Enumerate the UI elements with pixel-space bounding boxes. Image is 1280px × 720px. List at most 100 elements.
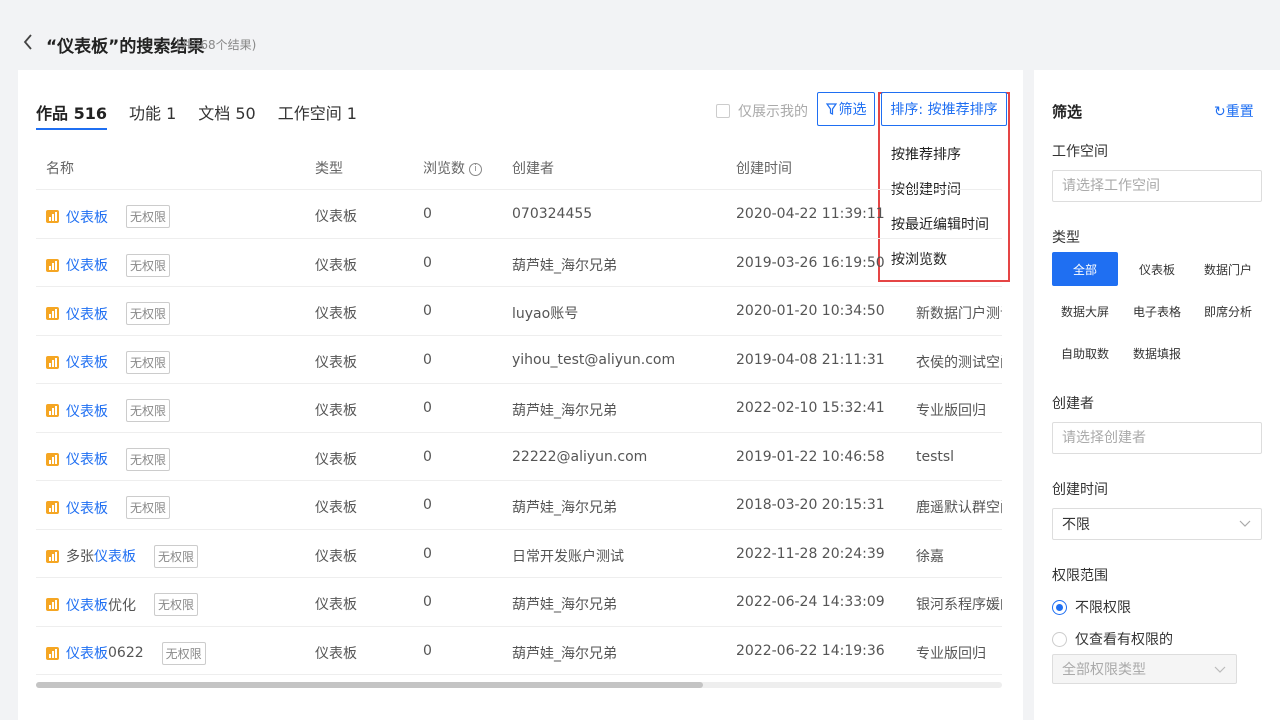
workspace-input[interactable] [1052, 170, 1262, 202]
type-adhoc[interactable]: 即席分析 [1195, 294, 1261, 328]
tab-workspaces[interactable]: 工作空间 1 [278, 100, 357, 130]
table-row[interactable]: 仪表板 无权限 仪表板 0 070324455 2020-04-22 11:39:11 [36, 190, 1002, 239]
row-type: 仪表板 [315, 354, 357, 371]
row-name[interactable]: 仪表板 无权限 [46, 399, 171, 422]
row-type: 仪表板 [315, 645, 357, 662]
chevron-left-icon [23, 34, 32, 50]
table-row[interactable]: 仪表板 无权限 仪表板 0 yihou_test@aliyun.com 2019-04-0… [36, 336, 1002, 384]
tab-works[interactable]: 作品 516 [36, 100, 107, 130]
reset-button[interactable]: ↻重置 [1214, 101, 1254, 121]
row-type: 仪表板 [315, 451, 357, 468]
radio-unchecked[interactable] [1052, 631, 1067, 647]
tab-features[interactable]: 功能 1 [129, 100, 176, 130]
row-workspace: 鹿遥默认群空间 [916, 500, 1002, 516]
table-header: 名称 类型 浏览数 i 创建者 创建时间 [36, 146, 1002, 190]
row-name[interactable]: 仪表板 无权限 [46, 496, 171, 519]
col-views: 浏览数 i [423, 158, 482, 178]
results-panel: 作品 516 功能 1 文档 50 工作空间 1 仅展示我的 筛选 按推荐排序 … [18, 70, 1023, 720]
table-row[interactable]: 仪表板 优化 无权限 仪表板 0 葫芦娃_海尔兄弟 2022-06-24 14:33:09 银… [36, 578, 1002, 627]
only-mine-label: 仅展示我的 [738, 104, 808, 120]
row-name-highlight[interactable]: 仪表板 [66, 207, 108, 227]
type-all[interactable]: 全部 [1052, 252, 1118, 286]
row-name[interactable]: 仪表板 无权限 [46, 205, 171, 228]
bar-chart-icon [46, 452, 59, 466]
bar-chart-icon [46, 355, 59, 369]
type-dashboard[interactable]: 仪表板 [1124, 252, 1190, 286]
row-type: 仪表板 [315, 597, 357, 613]
type-screen[interactable]: 数据大屏 [1052, 294, 1118, 328]
result-count: (共568个结果) [176, 38, 257, 52]
row-name-highlight[interactable]: 仪表板 [66, 255, 108, 275]
sort-button[interactable]: 排序: 按推荐排序 [881, 92, 1007, 126]
only-mine-checkbox[interactable] [716, 104, 730, 118]
row-views: 0 [423, 400, 432, 416]
row-name-highlight[interactable]: 仪表板 [66, 304, 108, 324]
row-name-highlight[interactable]: 仪表板 [66, 401, 108, 421]
chevron-down-icon [1214, 666, 1226, 673]
type-label: 类型 [1052, 230, 1080, 246]
table-row[interactable]: 仪表板 无权限 仪表板 0 葫芦娃_海尔兄弟 2018-03-20 20:15:31 鹿遥默… [36, 481, 1002, 530]
perm-option-mine[interactable]: 仅查看有权限的 [1052, 629, 1173, 649]
table-row[interactable]: 仪表板 无权限 仪表板 0 葫芦娃_海尔兄弟 2019-03-26 16:19:50 [36, 239, 1002, 287]
table-row[interactable]: 仪表板 0622 无权限 仪表板 0 葫芦娃_海尔兄弟 2022-06-22 14:19:3… [36, 627, 1002, 675]
no-permission-badge: 无权限 [126, 253, 171, 277]
reset-label: 重置 [1225, 104, 1254, 120]
row-name-highlight[interactable]: 仪表板 [66, 449, 108, 469]
row-workspace: 徐嘉 [916, 548, 944, 565]
tab-docs[interactable]: 文档 50 [198, 100, 255, 130]
row-name[interactable]: 仪表板 优化 无权限 [46, 593, 199, 616]
type-portal[interactable]: 数据门户 [1195, 252, 1261, 286]
horizontal-scrollbar[interactable] [36, 682, 1002, 688]
row-name-highlight[interactable]: 仪表板 [66, 643, 108, 663]
row-name-highlight[interactable]: 仪表板 [66, 352, 108, 372]
row-workspace: 衣侯的测试空间 [916, 354, 1002, 371]
type-self-service[interactable]: 自助取数 [1052, 336, 1118, 370]
only-mine-toggle[interactable]: 仅展示我的 [716, 101, 808, 121]
row-created: 2020-04-22 11:39:11 [736, 206, 885, 222]
time-select[interactable]: 不限 [1052, 508, 1262, 540]
col-creator: 创建者 [512, 161, 554, 177]
row-creator: 日常开发账户测试 [512, 548, 624, 565]
filter-button[interactable]: 筛选 [817, 92, 875, 126]
no-permission-badge: 无权限 [126, 447, 171, 471]
perm-option-all[interactable]: 不限权限 [1052, 597, 1131, 617]
row-name[interactable]: 仪表板 无权限 [46, 350, 171, 374]
bar-chart-icon [46, 598, 59, 611]
row-creator: 葫芦娃_海尔兄弟 [512, 257, 617, 274]
row-created: 2020-01-20 10:34:50 [736, 303, 885, 319]
type-spreadsheet[interactable]: 电子表格 [1124, 294, 1190, 328]
table-row[interactable]: 多张 仪表板 无权限 仪表板 0 日常开发账户测试 2022-11-28 20:24:39 徐… [36, 530, 1002, 578]
row-views: 0 [423, 594, 432, 610]
row-name-highlight[interactable]: 仪表板 [66, 595, 108, 615]
row-name-highlight[interactable]: 仪表板 [66, 498, 108, 518]
radio-checked[interactable] [1052, 599, 1067, 615]
row-workspace: 银河系程序媛的 [916, 597, 1002, 613]
row-type: 仪表板 [315, 209, 357, 225]
scrollbar-thumb[interactable] [36, 682, 703, 688]
row-name[interactable]: 多张 仪表板 无权限 [46, 544, 199, 568]
row-workspace: 专业版回归 [916, 645, 986, 662]
refresh-icon: ↻ [1214, 104, 1226, 120]
row-name[interactable]: 仪表板 无权限 [46, 253, 171, 277]
page-header: “仪表板”的搜索结果 (共568个结果) [0, 0, 1280, 70]
row-creator: 22222@aliyun.com [512, 448, 648, 465]
row-created: 2022-02-10 15:32:41 [736, 400, 885, 416]
table-row[interactable]: 仪表板 无权限 仪表板 0 luyao账号 2020-01-20 10:34:50 新数据门… [36, 287, 1002, 336]
table-row[interactable]: 仪表板 无权限 仪表板 0 葫芦娃_海尔兄弟 2022-02-10 15:32:41 专业版… [36, 384, 1002, 433]
row-created: 2019-04-08 21:11:31 [736, 351, 885, 368]
row-name[interactable]: 仪表板 0622 无权限 [46, 641, 206, 665]
row-name[interactable]: 仪表板 无权限 [46, 447, 171, 471]
row-name-suffix: 0622 [108, 645, 144, 661]
row-name-highlight[interactable]: 仪表板 [94, 546, 136, 566]
filter-sidebar: 筛选 ↻重置 工作空间 类型 全部 仪表板 数据门户 数据大屏 电子表格 即席分… [1034, 70, 1280, 720]
creator-input[interactable] [1052, 422, 1262, 454]
type-data-entry[interactable]: 数据填报 [1124, 336, 1190, 370]
back-button[interactable] [18, 30, 38, 54]
row-created: 2019-01-22 10:46:58 [736, 448, 885, 465]
info-icon[interactable]: i [469, 162, 482, 176]
row-name[interactable]: 仪表板 无权限 [46, 302, 171, 325]
table-row[interactable]: 仪表板 无权限 仪表板 0 22222@aliyun.com 2019-01-22 10:… [36, 433, 1002, 481]
sidebar-title: 筛选 [1052, 103, 1083, 121]
row-created: 2022-11-28 20:24:39 [736, 545, 885, 562]
no-permission-badge: 无权限 [126, 302, 171, 325]
